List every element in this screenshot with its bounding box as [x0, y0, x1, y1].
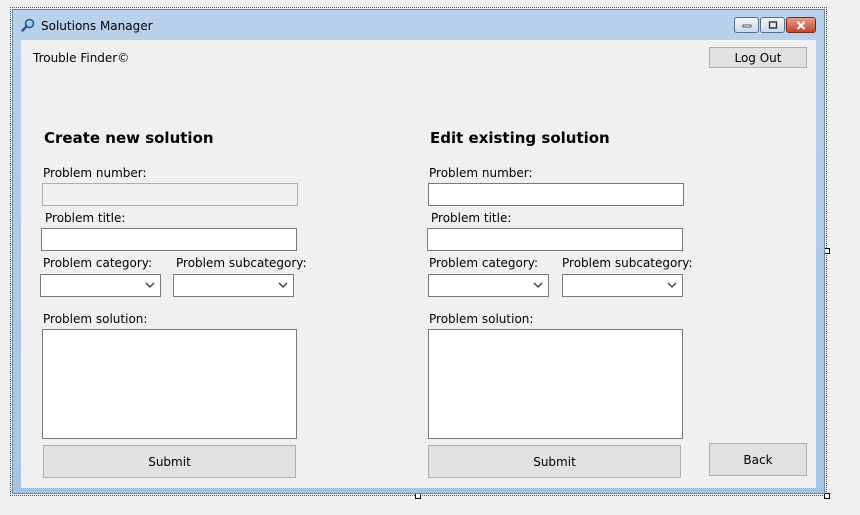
close-button[interactable]	[786, 17, 816, 33]
create-category-select[interactable]	[40, 274, 161, 297]
edit-problem-title-label: Problem title:	[431, 211, 512, 225]
brand-label: Trouble Finder©	[33, 51, 130, 65]
chevron-down-icon	[667, 282, 677, 288]
maximize-icon	[768, 21, 777, 29]
minimize-button[interactable]	[734, 17, 759, 33]
create-solution-textarea[interactable]	[42, 329, 297, 439]
chevron-down-icon	[145, 282, 155, 288]
create-subcategory-select[interactable]	[173, 274, 294, 297]
back-button[interactable]: Back	[709, 443, 807, 476]
edit-submit-button[interactable]: Submit	[428, 445, 681, 478]
edit-problem-title-field[interactable]	[427, 228, 683, 251]
edit-problem-number-label: Problem number:	[429, 166, 533, 180]
edit-section-heading: Edit existing solution	[430, 129, 610, 147]
window-title: Solutions Manager	[41, 19, 153, 33]
edit-solution-textarea[interactable]	[428, 329, 683, 439]
solutions-manager-window: Solutions Manager Trouble Finder© Log Ou…	[12, 9, 825, 494]
edit-subcategory-label: Problem subcategory:	[562, 256, 693, 270]
create-problem-number-field[interactable]	[42, 183, 298, 206]
chevron-down-icon	[278, 282, 288, 288]
create-category-label: Problem category:	[43, 256, 153, 270]
form-client-area: Trouble Finder© Log Out Create new solut…	[21, 40, 816, 488]
close-icon	[796, 20, 806, 30]
create-subcategory-label: Problem subcategory:	[176, 256, 307, 270]
magnifier-icon	[21, 18, 35, 32]
create-solution-label: Problem solution:	[43, 312, 148, 326]
create-problem-title-field[interactable]	[41, 228, 297, 251]
create-problem-title-label: Problem title:	[45, 211, 126, 225]
title-bar[interactable]: Solutions Manager	[13, 10, 824, 38]
edit-solution-label: Problem solution:	[429, 312, 534, 326]
edit-problem-number-field[interactable]	[428, 183, 684, 206]
edit-category-select[interactable]	[428, 274, 549, 297]
maximize-button[interactable]	[760, 17, 785, 33]
minimize-icon	[742, 24, 751, 28]
create-problem-number-label: Problem number:	[43, 166, 147, 180]
create-submit-button[interactable]: Submit	[43, 445, 296, 478]
window-controls	[734, 17, 816, 33]
create-section-heading: Create new solution	[44, 129, 214, 147]
log-out-button[interactable]: Log Out	[709, 47, 807, 68]
edit-category-label: Problem category:	[429, 256, 539, 270]
chevron-down-icon	[533, 282, 543, 288]
edit-subcategory-select[interactable]	[562, 274, 683, 297]
